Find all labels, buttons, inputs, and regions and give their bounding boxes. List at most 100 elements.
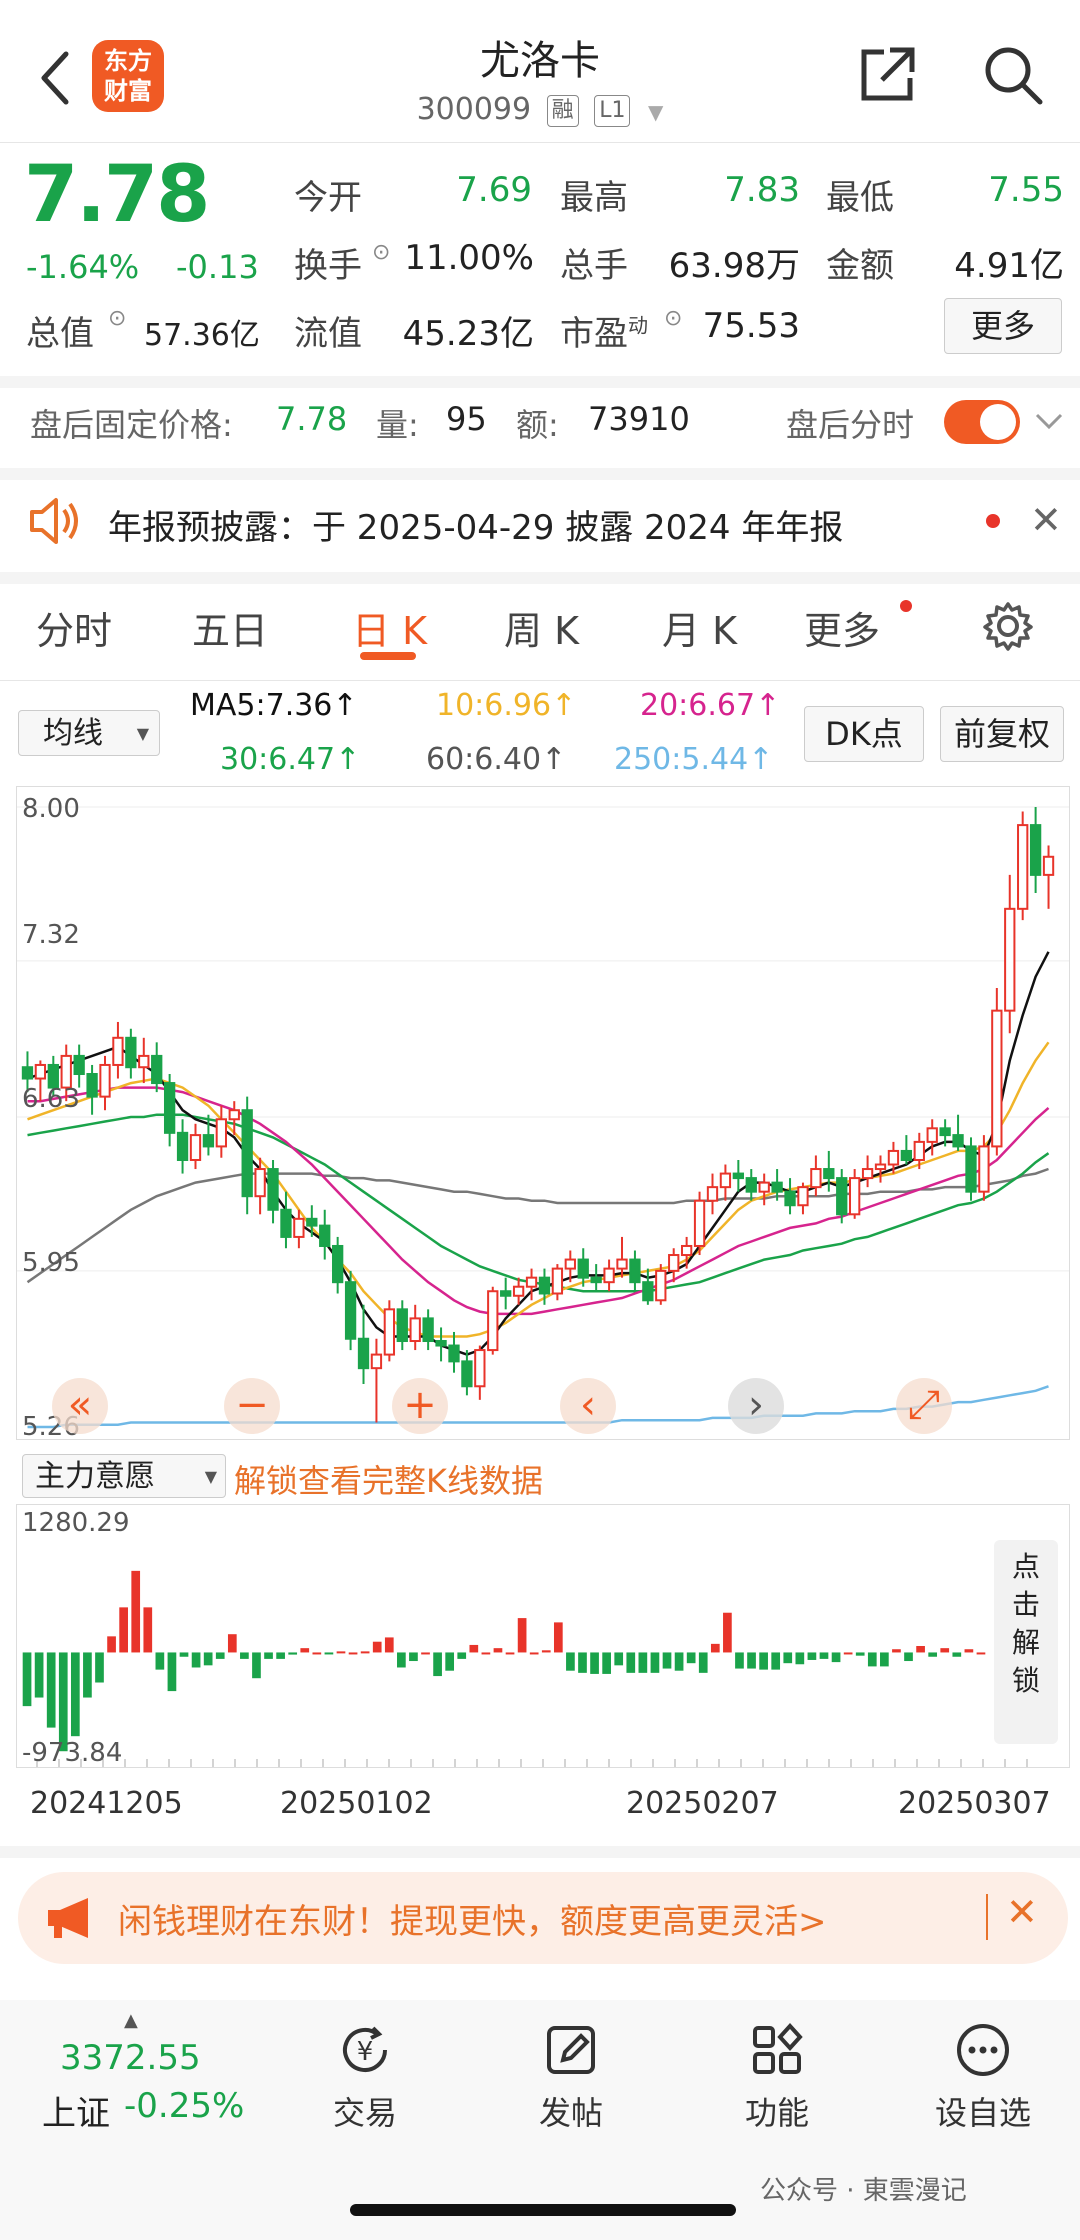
search-icon[interactable] xyxy=(980,42,1046,108)
candle xyxy=(1029,807,1042,893)
candle-body xyxy=(293,1217,305,1238)
tab-intraday[interactable]: 分时 xyxy=(36,600,112,655)
candle-body xyxy=(978,1145,990,1193)
candle xyxy=(332,1236,344,1294)
index-name[interactable]: 上证 xyxy=(42,2086,110,2135)
candle xyxy=(151,1042,163,1093)
tab-more[interactable]: 更多 xyxy=(804,600,880,655)
indicator-bar xyxy=(143,1607,153,1653)
indicator-bar xyxy=(892,1649,901,1653)
indicator-bar xyxy=(384,1637,394,1653)
candle-body xyxy=(668,1254,680,1272)
indicator-bar xyxy=(566,1652,575,1671)
candle-body xyxy=(603,1267,615,1284)
ma-selector[interactable]: 均线 ▼ xyxy=(18,710,160,756)
indicator-bar xyxy=(710,1643,720,1653)
nav-trade[interactable]: ¥ 交易 xyxy=(290,2020,440,2134)
candle xyxy=(823,1150,835,1192)
indicator-bar xyxy=(940,1648,950,1653)
divider xyxy=(0,142,1080,143)
indicator-bar xyxy=(602,1652,611,1674)
candle xyxy=(758,1173,770,1206)
candle xyxy=(1004,874,1016,1034)
chevron-down-icon[interactable]: ▼ xyxy=(648,100,663,124)
ma5-value: MA5:7.36↑ xyxy=(190,688,358,723)
candle xyxy=(176,1119,189,1174)
promo-text: 闲钱理财在东财！提现更快，额度更高更灵活> xyxy=(118,1902,827,1942)
candle-body xyxy=(577,1258,589,1279)
indicator-bar xyxy=(650,1652,660,1673)
notice-text[interactable]: 年报预披露：于 2025-04-29 披露 2024 年年报 xyxy=(108,500,843,549)
tab-five-day[interactable]: 五日 xyxy=(192,600,268,655)
candle-body xyxy=(189,1134,202,1161)
caret-up-icon: ▲ xyxy=(124,2010,138,2031)
indicator-bar xyxy=(119,1607,128,1653)
close-icon[interactable]: ✕ xyxy=(1006,1890,1038,1934)
after-hours-toggle[interactable] xyxy=(944,400,1020,444)
candle-body xyxy=(267,1168,279,1211)
indicator-selector[interactable]: 主力意愿 ▼ xyxy=(22,1454,226,1498)
info-icon[interactable]: ⊙ xyxy=(108,306,126,331)
rewind-button[interactable]: « xyxy=(52,1378,108,1434)
divider xyxy=(0,468,1080,480)
candle-body xyxy=(836,1177,848,1216)
last-price: 7.78 xyxy=(24,150,210,240)
zoom-in-button[interactable]: + xyxy=(392,1378,448,1434)
indicator-bar xyxy=(807,1652,817,1660)
candle-body xyxy=(719,1172,732,1189)
candle xyxy=(267,1159,279,1224)
after-hours-tick-label: 盘后分时 xyxy=(786,406,915,444)
float-label: 流值 xyxy=(294,314,362,354)
candle-body xyxy=(112,1036,124,1066)
indicator-bar xyxy=(34,1652,44,1698)
indicator-bar xyxy=(276,1652,285,1659)
candle xyxy=(138,1037,150,1084)
nav-add-watchlist[interactable]: 设自选 xyxy=(908,2020,1058,2134)
indicator-bar xyxy=(553,1622,563,1653)
indicator-bar xyxy=(227,1634,237,1653)
candle xyxy=(810,1155,822,1197)
candle-body xyxy=(435,1340,447,1347)
notice-dot xyxy=(986,514,1000,528)
settings-icon[interactable] xyxy=(982,600,1034,652)
candle-body xyxy=(693,1199,706,1247)
kline-chart[interactable] xyxy=(16,786,1070,1440)
scroll-left-button[interactable]: ‹ xyxy=(560,1378,616,1434)
index-value[interactable]: 3372.55 xyxy=(60,2038,201,2078)
zoom-out-button[interactable]: − xyxy=(224,1378,280,1434)
unlock-side-button[interactable]: 点 击 解 锁 xyxy=(994,1540,1058,1744)
unlock-link[interactable]: 解锁查看完整K线数据 xyxy=(234,1456,543,1502)
close-icon[interactable]: ✕ xyxy=(1030,498,1062,542)
indicator-bar xyxy=(759,1652,768,1670)
candle-body xyxy=(163,1082,176,1134)
indicator-bar xyxy=(336,1651,346,1654)
nav-functions[interactable]: 功能 xyxy=(702,2020,852,2134)
index-change[interactable]: -0.25% xyxy=(124,2086,244,2126)
scroll-right-button[interactable]: › xyxy=(728,1378,784,1434)
divider xyxy=(986,1894,988,1940)
candle-body xyxy=(745,1177,757,1193)
float-value: 45.23亿 xyxy=(402,314,534,354)
tab-monthly-k[interactable]: 月 K xyxy=(662,600,737,655)
promo-banner[interactable]: 闲钱理财在东财！提现更快，额度更高更灵活> ✕ xyxy=(18,1872,1068,1964)
x-date-label: 20250307 xyxy=(898,1786,1051,1821)
candle xyxy=(616,1236,628,1278)
more-quote-button[interactable]: 更多 xyxy=(944,298,1062,354)
fullscreen-button[interactable]: ⤢ xyxy=(896,1378,952,1434)
nav-post[interactable]: 发帖 xyxy=(496,2020,646,2134)
info-icon[interactable]: ⊙ xyxy=(372,240,390,265)
candle-body xyxy=(151,1054,163,1085)
dk-button[interactable]: DK点 xyxy=(804,706,924,762)
candle xyxy=(357,1304,370,1385)
share-icon[interactable] xyxy=(854,42,920,108)
adjust-button[interactable]: 前复权 xyxy=(940,706,1064,762)
candle-body xyxy=(538,1276,551,1295)
tab-daily-k[interactable]: 日 K xyxy=(352,600,427,655)
low-label: 最低 xyxy=(826,178,894,218)
chevron-down-icon[interactable] xyxy=(1034,412,1064,432)
tab-weekly-k[interactable]: 周 K xyxy=(504,600,579,655)
volume-value: 63.98万 xyxy=(668,246,800,286)
open-value: 7.69 xyxy=(456,170,532,210)
indicator-bar xyxy=(771,1652,781,1670)
indicator-bar xyxy=(240,1652,249,1659)
